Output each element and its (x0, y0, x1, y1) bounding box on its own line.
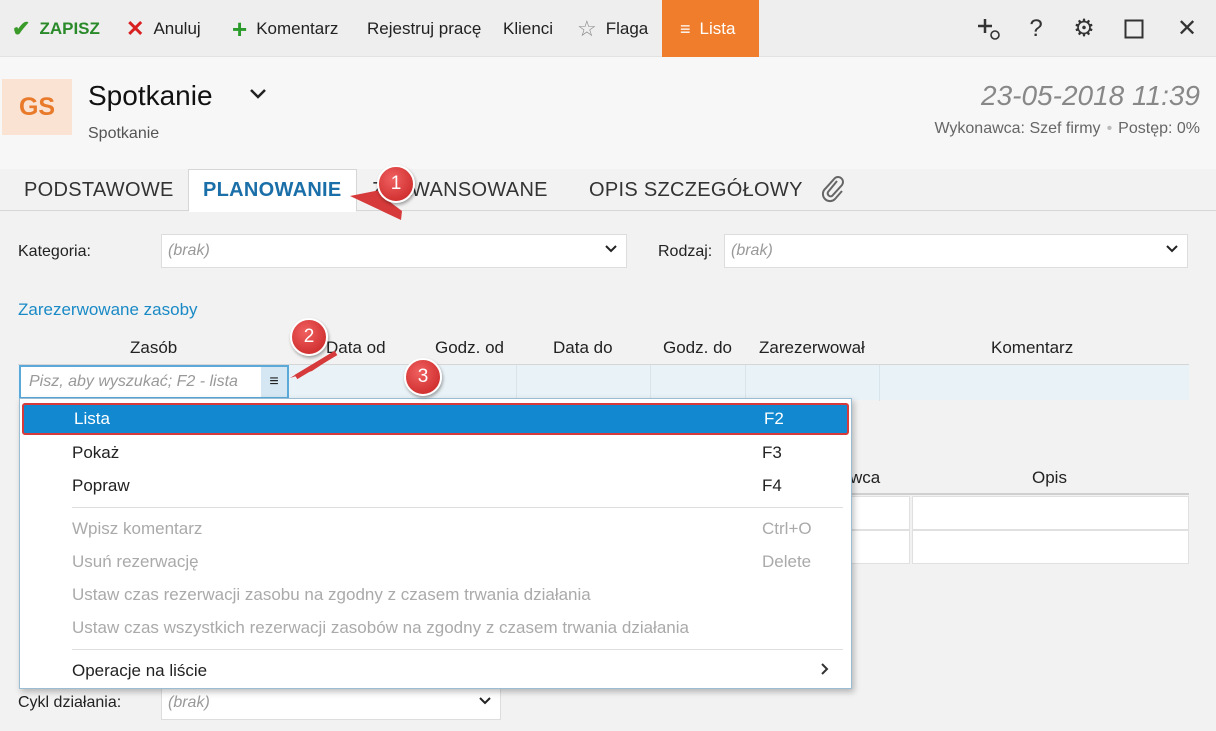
menu-item-shortcut: Delete (762, 552, 812, 571)
category-select[interactable]: (brak) (161, 234, 627, 268)
comment-label: Komentarz (256, 18, 339, 38)
tab-opis-szczegolowy[interactable]: OPIS SZCZEGÓŁOWY (575, 169, 817, 211)
record-meta: Wykonawca: Szef firmy • Postęp: 0% (934, 120, 1200, 137)
menu-item-usun-rezerwacje[interactable]: Usuń rezerwację Delete (20, 546, 851, 578)
column-header[interactable]: Zarezerwował (759, 338, 865, 358)
register-work-button[interactable]: Rejestruj pracę (367, 0, 481, 57)
type-value: (brak) (731, 242, 773, 259)
table-cell[interactable] (850, 530, 910, 564)
reserved-resources-title: Zarezerwowane zasoby (18, 300, 198, 319)
list-button[interactable]: ≡ Lista (662, 0, 759, 57)
menu-item-label: Lista (74, 409, 110, 428)
page-subtitle: Spotkanie (88, 125, 160, 142)
menu-item-label: Operacje na liście (72, 661, 208, 680)
category-label: Kategoria: (18, 243, 91, 260)
hamburger-icon: ≡ (269, 373, 279, 390)
performer-text: Wykonawca: Szef firmy (934, 120, 1101, 137)
chevron-down-icon (604, 242, 618, 259)
menu-item-shortcut: F4 (762, 476, 782, 495)
save-button[interactable]: ✔ ZAPISZ (12, 0, 100, 57)
register-work-label: Rejestruj pracę (367, 18, 482, 38)
menu-item-label: Popraw (72, 476, 130, 495)
close-icon[interactable]: ✕ (1167, 0, 1207, 57)
checkmark-icon: ✔ (12, 15, 31, 41)
list-menu-button[interactable]: ≡ (261, 367, 287, 397)
menu-item-operacje-na-liscie[interactable]: Operacje na liście (20, 655, 851, 687)
search-placeholder: Pisz, aby wyszukać; F2 - lista (29, 373, 238, 390)
tab-podstawowe[interactable]: PODSTAWOWE (10, 169, 188, 211)
table-cell[interactable] (912, 530, 1189, 564)
clients-label: Klienci (503, 18, 554, 38)
flag-label: Flaga (605, 18, 649, 38)
list-label: Lista (699, 18, 736, 38)
column-header[interactable]: Zasób (130, 338, 177, 358)
hamburger-icon: ≡ (680, 18, 691, 39)
menu-item-wpisz-komentarz[interactable]: Wpisz komentarz Ctrl+O (20, 513, 851, 545)
save-label: ZAPISZ (39, 18, 100, 38)
menu-item-lista[interactable]: Lista F2 (22, 403, 849, 435)
toolbar: ✔ ZAPISZ ✕ Anuluj + Komentarz Rejestruj … (0, 0, 1216, 57)
chevron-right-icon (820, 662, 830, 680)
flag-button[interactable]: ☆ Flaga (577, 0, 648, 57)
maximize-icon[interactable] (1114, 0, 1154, 57)
record-date: 23-05-2018 11:39 (981, 80, 1200, 111)
table-cell[interactable] (912, 496, 1189, 530)
tab-bar: PODSTAWOWE PLANOWANIE ZAAWANSOWANE OPIS … (0, 169, 1216, 212)
menu-item-popraw[interactable]: Popraw F4 (20, 470, 851, 502)
clients-button[interactable]: Klienci (503, 0, 553, 57)
menu-item-shortcut: Ctrl+O (762, 519, 812, 538)
paperclip-icon[interactable] (820, 175, 846, 209)
menu-item-ustaw-czas-zasobu[interactable]: Ustaw czas rezerwacji zasobu na zgodny z… (20, 579, 851, 611)
gear-icon[interactable]: ⚙ (1064, 0, 1104, 57)
cancel-button[interactable]: ✕ Anuluj (126, 0, 201, 57)
menu-item-pokaz[interactable]: Pokaż F3 (20, 437, 851, 469)
column-header[interactable]: Godz. od (435, 338, 504, 358)
category-value: (brak) (168, 242, 210, 259)
column-header: Opis (1032, 468, 1067, 487)
annotation-badge: 1 (377, 165, 415, 203)
annotation-badge: 2 (290, 318, 328, 356)
progress-text: Postęp: 0% (1118, 120, 1200, 137)
menu-item-label: Ustaw czas rezerwacji zasobu na zgodny z… (72, 585, 591, 604)
menu-item-label: Usuń rezerwację (72, 552, 199, 571)
menu-separator (72, 649, 843, 650)
record-header (0, 57, 1216, 169)
comment-button[interactable]: + Komentarz (232, 0, 338, 57)
column-header: wca (850, 468, 881, 487)
menu-separator (72, 507, 843, 508)
menu-item-label: Ustaw czas wszystkich rezerwacji zasobów… (72, 618, 689, 637)
column-header[interactable]: Data do (553, 338, 613, 358)
menu-item-label: Pokaż (72, 443, 120, 462)
menu-item-shortcut: F2 (764, 409, 784, 428)
menu-item-ustaw-czas-wszystkich[interactable]: Ustaw czas wszystkich rezerwacji zasobów… (20, 612, 851, 644)
table-cell[interactable] (850, 496, 910, 530)
column-header[interactable]: Data od (326, 338, 386, 358)
divider (850, 493, 1189, 495)
add-link-icon[interactable] (970, 0, 1010, 57)
menu-item-label: Wpisz komentarz (72, 519, 203, 538)
annotation-badge: 3 (404, 358, 442, 396)
type-select[interactable]: (brak) (724, 234, 1188, 268)
chevron-down-icon[interactable] (248, 84, 268, 107)
page-title: Spotkanie (88, 80, 213, 111)
plus-icon: + (232, 13, 248, 44)
tab-planowanie[interactable]: PLANOWANIE (188, 169, 357, 212)
star-icon: ☆ (577, 15, 597, 41)
cancel-label: Anuluj (153, 18, 201, 38)
cycle-value: (brak) (168, 694, 210, 711)
column-header[interactable]: Komentarz (991, 338, 1073, 358)
cycle-select[interactable]: (brak) (161, 686, 501, 720)
chevron-down-icon (478, 694, 492, 711)
type-label: Rodzaj: (658, 243, 713, 260)
help-icon[interactable]: ? (1016, 0, 1056, 57)
menu-item-shortcut: F3 (762, 443, 782, 462)
column-header[interactable]: Godz. do (663, 338, 732, 358)
cycle-label: Cykl działania: (18, 694, 122, 711)
context-menu: Lista F2 Pokaż F3 Popraw F4 Wpisz koment… (19, 398, 852, 689)
resource-search-input[interactable]: Pisz, aby wyszukać; F2 - lista (19, 365, 289, 399)
x-icon: ✕ (126, 15, 145, 41)
chevron-down-icon (1165, 242, 1179, 259)
avatar: GS (2, 79, 72, 135)
